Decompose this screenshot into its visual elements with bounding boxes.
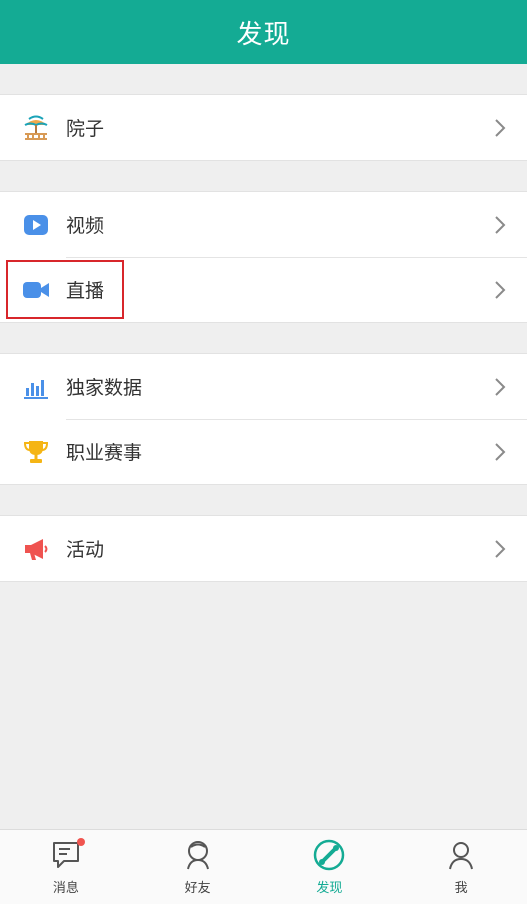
menu-item-courtyard[interactable]: 院子 [0,95,527,160]
chevron-right-icon [493,376,507,398]
chevron-right-icon [493,279,507,301]
tab-label: 消息 [52,881,79,896]
chevron-right-icon [493,117,507,139]
top-bar: 发现 [0,0,527,64]
menu-group-activities: 活动 [0,515,527,582]
menu-item-pro-events[interactable]: 职业赛事 [0,419,527,484]
menu-item-activities[interactable]: 活动 [0,516,527,581]
tab-label: 发现 [316,881,343,896]
menu-item-exclusive-data[interactable]: 独家数据 [0,354,527,419]
menu-item-label: 视频 [66,215,105,237]
tab-friends[interactable]: 好友 [132,830,264,904]
menu-item-label: 活动 [66,539,105,561]
menu-group-esports: 独家数据 职业赛事 [0,353,527,485]
tab-discover[interactable]: 发现 [264,830,396,904]
megaphone-icon [22,535,50,563]
menu-item-label: 职业赛事 [66,442,143,464]
trophy-icon [22,438,50,466]
menu-group-courtyard: 院子 [0,94,527,161]
tab-me[interactable]: 我 [395,830,527,904]
page-title: 发现 [236,19,291,50]
menu-item-live[interactable]: 直播 [0,257,527,322]
bottom-tab-bar: 消息 好友 发现 我 [0,829,527,904]
video-play-icon [22,211,50,239]
app-root: 发现 院子 视频 直播 独家数据 职业赛事 活动 消息 好友 发现 我 [0,0,527,904]
menu-item-label: 独家数据 [66,377,143,399]
courtyard-icon [22,114,50,142]
message-icon [49,838,85,872]
menu-group-media: 视频 直播 [0,191,527,323]
friends-icon [181,838,215,872]
profile-icon [444,838,478,872]
menu-item-label: 直播 [66,280,105,302]
menu-item-label: 院子 [66,118,105,140]
chevron-right-icon [493,538,507,560]
tab-messages[interactable]: 消息 [0,830,132,904]
live-camera-icon [22,276,50,304]
chevron-right-icon [493,214,507,236]
unread-badge [76,838,85,846]
chevron-right-icon [493,441,507,463]
menu-item-video[interactable]: 视频 [0,192,527,257]
tab-label: 好友 [184,881,211,896]
tab-label: 我 [454,881,468,896]
discover-icon [312,838,346,872]
bar-chart-icon [22,373,50,401]
